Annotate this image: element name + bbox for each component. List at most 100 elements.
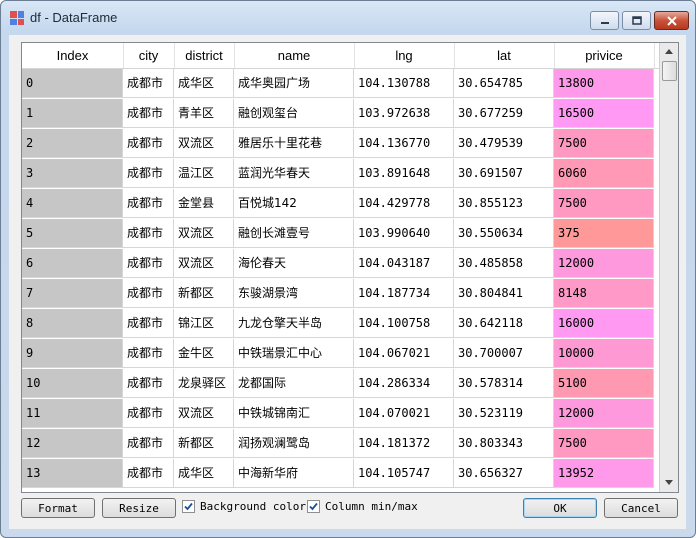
- cell-city[interactable]: 成都市: [123, 309, 174, 338]
- cell-lat[interactable]: 30.550634: [454, 219, 554, 248]
- cell-lng[interactable]: 104.187734: [354, 279, 454, 308]
- cell-privice[interactable]: 16000: [554, 309, 654, 338]
- table-row[interactable]: 5 成都市 双流区 融创长滩壹号 103.990640 30.550634 375: [22, 219, 659, 249]
- cell-district[interactable]: 锦江区: [174, 309, 234, 338]
- close-button[interactable]: [654, 11, 689, 30]
- scroll-up-button[interactable]: [660, 43, 678, 60]
- cell-lng[interactable]: 103.891648: [354, 159, 454, 188]
- cell-name[interactable]: 润扬观澜鹭岛: [234, 429, 354, 458]
- cell-index[interactable]: 1: [22, 99, 123, 128]
- cell-lng[interactable]: 104.181372: [354, 429, 454, 458]
- cell-privice[interactable]: 13952: [554, 459, 654, 488]
- cell-city[interactable]: 成都市: [123, 249, 174, 278]
- cell-index[interactable]: 11: [22, 399, 123, 428]
- table-row[interactable]: 4 成都市 金堂县 百悦城142 104.429778 30.855123 7500: [22, 189, 659, 219]
- cell-lat[interactable]: 30.485858: [454, 249, 554, 278]
- vertical-scrollbar[interactable]: [659, 43, 678, 492]
- cell-district[interactable]: 成华区: [174, 459, 234, 488]
- column-header-privice[interactable]: privice: [554, 43, 655, 68]
- cell-lat[interactable]: 30.677259: [454, 99, 554, 128]
- cell-lng[interactable]: 104.286334: [354, 369, 454, 398]
- cell-city[interactable]: 成都市: [123, 189, 174, 218]
- checkbox-box[interactable]: [182, 500, 195, 513]
- cell-city[interactable]: 成都市: [123, 399, 174, 428]
- format-button[interactable]: Format: [21, 498, 95, 518]
- cell-name[interactable]: 融创观玺台: [234, 99, 354, 128]
- title-bar[interactable]: df - DataFrame: [1, 1, 695, 35]
- cell-district[interactable]: 成华区: [174, 69, 234, 98]
- cell-name[interactable]: 蓝润光华春天: [234, 159, 354, 188]
- cell-privice[interactable]: 13800: [554, 69, 654, 98]
- cell-district[interactable]: 金堂县: [174, 189, 234, 218]
- cell-privice[interactable]: 7500: [554, 129, 654, 158]
- table-row[interactable]: 11 成都市 双流区 中铁城锦南汇 104.070021 30.523119 12000: [22, 399, 659, 429]
- cell-index[interactable]: 4: [22, 189, 123, 218]
- cell-district[interactable]: 龙泉驿区: [174, 369, 234, 398]
- cell-name[interactable]: 融创长滩壹号: [234, 219, 354, 248]
- cell-name[interactable]: 中铁瑞景汇中心: [234, 339, 354, 368]
- cell-name[interactable]: 海伦春天: [234, 249, 354, 278]
- cell-lat[interactable]: 30.578314: [454, 369, 554, 398]
- table-row[interactable]: 1 成都市 青羊区 融创观玺台 103.972638 30.677259 16500: [22, 99, 659, 129]
- cell-lng[interactable]: 104.136770: [354, 129, 454, 158]
- cell-index[interactable]: 8: [22, 309, 123, 338]
- cell-lat[interactable]: 30.691507: [454, 159, 554, 188]
- cell-index[interactable]: 7: [22, 279, 123, 308]
- table-row[interactable]: 2 成都市 双流区 雅居乐十里花巷 104.136770 30.479539 7500: [22, 129, 659, 159]
- cell-index[interactable]: 2: [22, 129, 123, 158]
- cell-lng[interactable]: 104.043187: [354, 249, 454, 278]
- table-row[interactable]: 13 成都市 成华区 中海新华府 104.105747 30.656327 13952: [22, 459, 659, 489]
- cell-lng[interactable]: 103.990640: [354, 219, 454, 248]
- cancel-button[interactable]: Cancel: [604, 498, 678, 518]
- maximize-button[interactable]: [622, 11, 651, 30]
- cell-lat[interactable]: 30.656327: [454, 459, 554, 488]
- cell-index[interactable]: 0: [22, 69, 123, 98]
- cell-district[interactable]: 双流区: [174, 249, 234, 278]
- cell-district[interactable]: 温江区: [174, 159, 234, 188]
- cell-city[interactable]: 成都市: [123, 159, 174, 188]
- cell-city[interactable]: 成都市: [123, 129, 174, 158]
- cell-privice[interactable]: 5100: [554, 369, 654, 398]
- cell-lat[interactable]: 30.803343: [454, 429, 554, 458]
- cell-index[interactable]: 9: [22, 339, 123, 368]
- cell-index[interactable]: 6: [22, 249, 123, 278]
- cell-lat[interactable]: 30.855123: [454, 189, 554, 218]
- cell-city[interactable]: 成都市: [123, 279, 174, 308]
- column-header-lat[interactable]: lat: [454, 43, 555, 68]
- table-row[interactable]: 9 成都市 金牛区 中铁瑞景汇中心 104.067021 30.700007 10000: [22, 339, 659, 369]
- cell-name[interactable]: 百悦城142: [234, 189, 354, 218]
- cell-privice[interactable]: 7500: [554, 189, 654, 218]
- cell-district[interactable]: 青羊区: [174, 99, 234, 128]
- cell-lng[interactable]: 104.105747: [354, 459, 454, 488]
- cell-privice[interactable]: 12000: [554, 249, 654, 278]
- cell-privice[interactable]: 7500: [554, 429, 654, 458]
- cell-lat[interactable]: 30.479539: [454, 129, 554, 158]
- cell-privice[interactable]: 6060: [554, 159, 654, 188]
- column-header-district[interactable]: district: [174, 43, 235, 68]
- cell-lat[interactable]: 30.642118: [454, 309, 554, 338]
- table-row[interactable]: 6 成都市 双流区 海伦春天 104.043187 30.485858 12000: [22, 249, 659, 279]
- table-row[interactable]: 8 成都市 锦江区 九龙仓擎天半岛 104.100758 30.642118 16000: [22, 309, 659, 339]
- cell-lng[interactable]: 104.070021: [354, 399, 454, 428]
- cell-name[interactable]: 中铁城锦南汇: [234, 399, 354, 428]
- scroll-down-button[interactable]: [660, 474, 678, 491]
- cell-privice[interactable]: 16500: [554, 99, 654, 128]
- cell-lng[interactable]: 103.972638: [354, 99, 454, 128]
- cell-city[interactable]: 成都市: [123, 69, 174, 98]
- cell-district[interactable]: 双流区: [174, 399, 234, 428]
- ok-button[interactable]: OK: [523, 498, 597, 518]
- cell-privice[interactable]: 10000: [554, 339, 654, 368]
- cell-city[interactable]: 成都市: [123, 459, 174, 488]
- column-header-city[interactable]: city: [123, 43, 175, 68]
- cell-lng[interactable]: 104.130788: [354, 69, 454, 98]
- cell-district[interactable]: 双流区: [174, 129, 234, 158]
- cell-city[interactable]: 成都市: [123, 369, 174, 398]
- cell-district[interactable]: 新都区: [174, 279, 234, 308]
- cell-name[interactable]: 九龙仓擎天半岛: [234, 309, 354, 338]
- table-row[interactable]: 12 成都市 新都区 润扬观澜鹭岛 104.181372 30.803343 7500: [22, 429, 659, 459]
- cell-lng[interactable]: 104.100758: [354, 309, 454, 338]
- cell-district[interactable]: 新都区: [174, 429, 234, 458]
- cell-lat[interactable]: 30.523119: [454, 399, 554, 428]
- column-header-index[interactable]: Index: [22, 43, 124, 68]
- cell-privice[interactable]: 8148: [554, 279, 654, 308]
